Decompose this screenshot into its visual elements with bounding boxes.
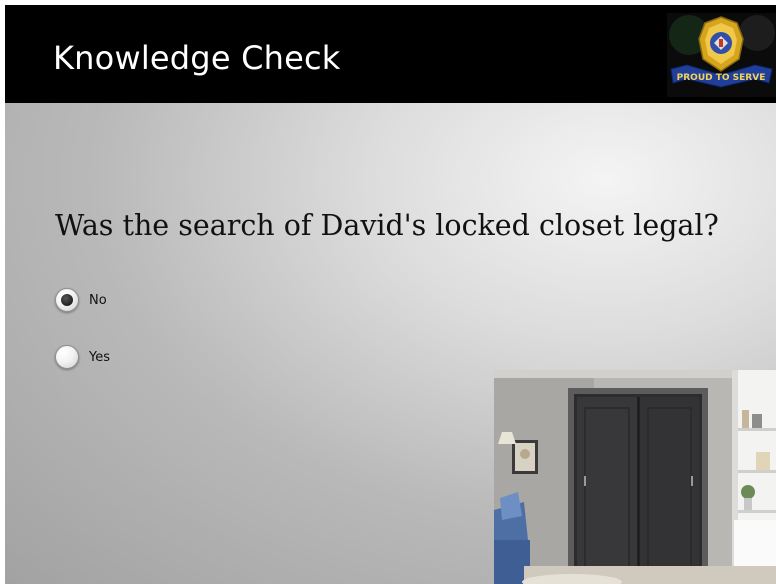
option-yes[interactable]: Yes — [55, 343, 110, 371]
slide: Knowledge Check PROUD TO SERVE Was the s… — [5, 5, 776, 584]
logo-banner-text: PROUD TO SERVE — [677, 73, 766, 83]
closet-door-photo — [494, 370, 776, 584]
slide-title: Knowledge Check — [53, 39, 341, 77]
option-yes-label: Yes — [89, 349, 110, 365]
radio-selected-dot — [61, 294, 73, 306]
slide-header: Knowledge Check PROUD TO SERVE — [5, 5, 776, 103]
radio-button-yes[interactable] — [55, 345, 79, 369]
police-badge-icon: PROUD TO SERVE — [667, 13, 776, 97]
option-no-label: No — [89, 292, 107, 308]
radio-button-no[interactable] — [55, 288, 79, 312]
question-text: Was the search of David's locked closet … — [55, 209, 719, 242]
option-no[interactable]: No — [55, 286, 107, 314]
